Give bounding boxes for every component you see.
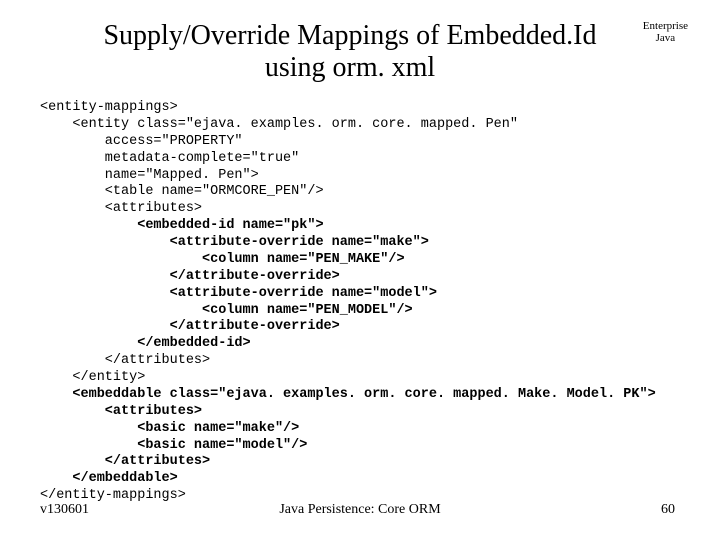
- footer-title: Java Persistence: Core ORM: [0, 502, 720, 518]
- code-line: </attributes>: [40, 454, 210, 469]
- code-line: access="PROPERTY": [40, 134, 243, 149]
- code-line: <table name="ORMCORE_PEN"/>: [40, 184, 324, 199]
- code-line: name="Mapped. Pen">: [40, 168, 259, 183]
- code-line: <column name="PEN_MAKE"/>: [40, 252, 405, 267]
- code-line: </attribute-override>: [40, 319, 340, 334]
- code-line: </entity-mappings>: [40, 488, 186, 503]
- code-line: <attribute-override name="make">: [40, 235, 429, 250]
- code-line: <attributes>: [40, 404, 202, 419]
- code-line: </embeddable>: [40, 471, 178, 486]
- title-line-1: Supply/Override Mappings of Embedded.Id: [103, 20, 596, 51]
- code-line: <embedded-id name="pk">: [40, 218, 324, 233]
- footer-page-number: 60: [661, 502, 675, 518]
- code-line: </attribute-override>: [40, 269, 340, 284]
- code-line: <attributes>: [40, 201, 202, 216]
- code-line: <basic name="make"/>: [40, 421, 299, 436]
- title-line-2: using orm. xml: [265, 52, 435, 83]
- corner-line-1: Enterprise: [643, 20, 688, 32]
- code-line: <attribute-override name="model">: [40, 286, 437, 301]
- slide: Supply/Override Mappings of Embedded.Id …: [0, 0, 720, 540]
- slide-title: Supply/Override Mappings of Embedded.Id …: [100, 20, 600, 84]
- code-line: <entity class="ejava. examples. orm. cor…: [40, 117, 518, 132]
- corner-line-2: Java: [656, 32, 676, 44]
- code-line: metadata-complete="true": [40, 151, 299, 166]
- corner-label: Enterprise Java: [643, 20, 688, 44]
- code-line: <basic name="model"/>: [40, 438, 307, 453]
- code-line: <embeddable class="ejava. examples. orm.…: [40, 387, 656, 402]
- code-line: </attributes>: [40, 353, 210, 368]
- code-line: <column name="PEN_MODEL"/>: [40, 303, 413, 318]
- code-block: <entity-mappings> <entity class="ejava. …: [40, 100, 700, 505]
- code-line: <entity-mappings>: [40, 100, 178, 115]
- code-line: </entity>: [40, 370, 145, 385]
- code-line: </embedded-id>: [40, 336, 251, 351]
